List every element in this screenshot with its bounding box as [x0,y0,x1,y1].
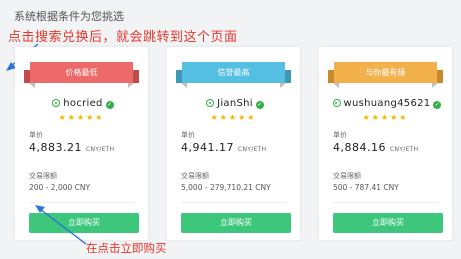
ribbon-badge: 信誉最高 [182,62,285,83]
verified-check-icon: ✓ [255,101,264,109]
seller-name: hocried ✓ [15,98,148,109]
price-label: 单价 [29,131,43,139]
divider [333,202,438,203]
seller-name: JianShi ✓ [167,98,300,109]
divider [181,202,286,203]
price-value: 4,883.21 CNY/ETH [29,141,115,154]
annotation-top: 点击搜索兑换后，就会跳转到这个页面 [8,30,238,45]
seller-name: wushuang45621 ✓ [319,98,452,109]
buy-now-button[interactable]: 立即购买 [333,213,443,233]
limit-value: 5,000 - 279,710.21 CNY [181,183,271,192]
ribbon-badge: 与你最有缘 [334,62,437,83]
rating-stars: ★★★★★ [210,113,257,122]
price-label: 单价 [333,131,347,139]
annotation-bottom: 在点击立即购买 [86,241,167,255]
arrow-annotation-bottom-icon [35,205,87,245]
price-label: 单价 [181,131,195,139]
rating-stars: ★★★★★ [58,113,105,122]
verified-check-icon: ✓ [105,101,114,109]
price-value: 4,941.17 CNY/ETH [181,141,267,154]
page-title: 系统根据条件为您挑选 [14,10,124,23]
limit-label: 交易限额 [29,172,57,180]
online-dot-icon [332,99,341,107]
online-dot-icon [206,99,215,107]
online-dot-icon [52,99,61,107]
price-value: 4,884.16 CNY/ETH [333,141,419,154]
limit-label: 交易限额 [181,172,209,180]
seller-card: 信誉最高 JianShi ✓ ★★★★★ 单价 4,941.17 CNY/ETH 交… [167,47,300,240]
limit-label: 交易限额 [333,172,361,180]
limit-value: 200 - 2,000 CNY [29,183,91,192]
verified-check-icon: ✓ [433,101,442,109]
rating-stars: ★★★★★ [362,113,409,122]
buy-now-button[interactable]: 立即购买 [181,213,291,233]
seller-card: 与你最有缘 wushuang45621 ✓ ★★★★★ 单价 4,884.16 CN… [319,47,452,240]
limit-value: 500 - 787.41 CNY [333,183,399,192]
ribbon-badge: 价格最低 [30,62,133,83]
